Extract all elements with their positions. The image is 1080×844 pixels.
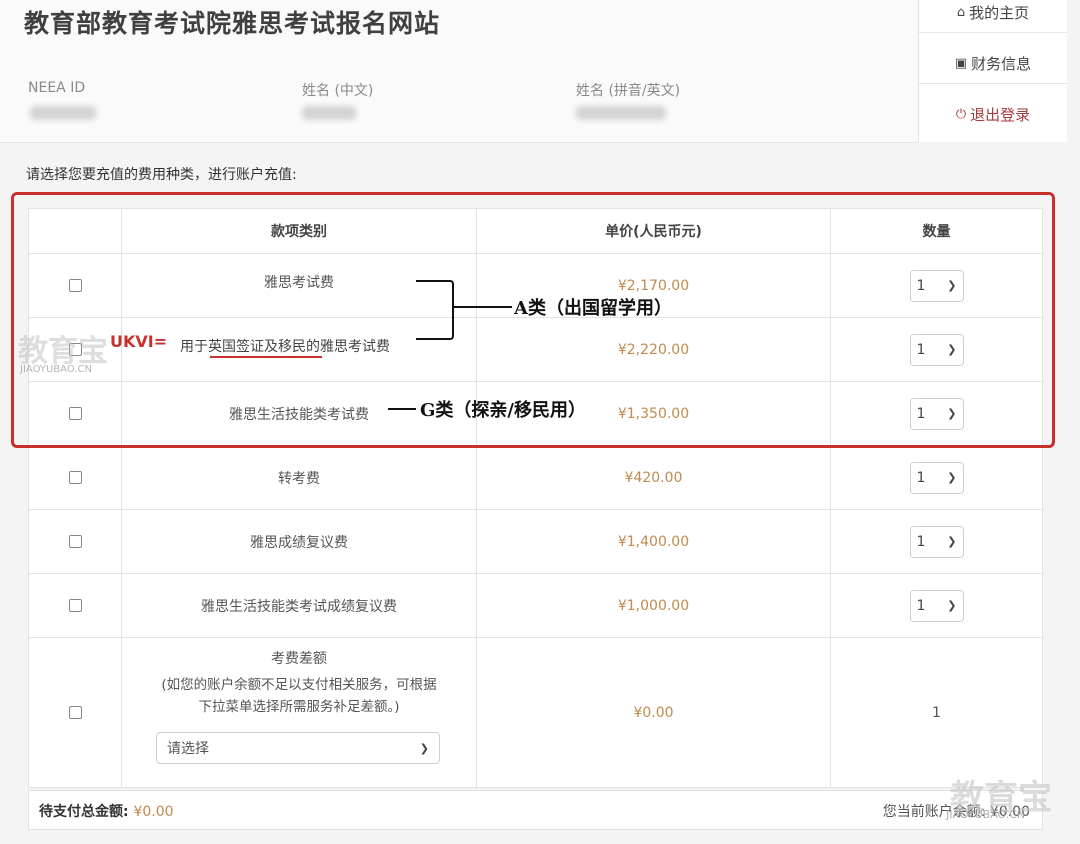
fee-name: 雅思成绩复议费 xyxy=(121,509,477,574)
chevron-down-icon: ❯ xyxy=(947,279,957,292)
annotation-ukvi: UKVI= xyxy=(110,332,168,351)
annotation-line xyxy=(388,408,416,410)
row-checkbox[interactable] xyxy=(68,599,82,612)
chevron-down-icon: ❯ xyxy=(947,471,957,484)
qty-select[interactable]: 1 ❯ xyxy=(909,397,964,430)
nav-logout[interactable]: ⏻ 退出登录 xyxy=(919,94,1067,134)
fee-price: ¥1,000.00 xyxy=(617,597,690,614)
total-value: ¥0.00 xyxy=(133,804,174,820)
difference-desc-1: (如您的账户余额不足以支付相关服务，可根据 xyxy=(161,677,437,693)
row-checkbox[interactable] xyxy=(68,535,82,548)
header-select xyxy=(28,208,122,254)
briefcase-icon: ▣ xyxy=(954,55,968,71)
fee-name: 雅思生活技能类考试成绩复议费 xyxy=(121,573,477,638)
table-row: 雅思生活技能类考试成绩复议费 ¥1,000.00 1 ❯ xyxy=(28,573,1043,638)
qty-value: 1 xyxy=(916,597,926,614)
header-price: 单价(人民币元) xyxy=(476,208,831,254)
service-select[interactable]: 请选择 ❯ xyxy=(156,732,440,764)
watermark-url: JIAOYUBAO.CN xyxy=(946,808,1026,821)
qty-value: 1 xyxy=(916,341,926,358)
nav-finance[interactable]: ▣ 财务信息 xyxy=(919,43,1067,84)
difference-name: 考费差额 xyxy=(271,651,327,667)
nav-finance-label: 财务信息 xyxy=(971,54,1032,73)
table-header-row: 款项类别 单价(人民币元) 数量 xyxy=(28,208,1043,254)
name-cn-label: 姓名 (中文) xyxy=(302,83,374,99)
neea-id-label: NEEA ID xyxy=(28,80,86,96)
site-title: 教育部教育考试院雅思考试报名网站 xyxy=(24,9,441,38)
annotation-underline xyxy=(210,356,322,358)
table-row-difference: 考费差额 (如您的账户余额不足以支付相关服务，可根据 下拉菜单选择所需服务补足差… xyxy=(28,637,1043,788)
qty-select[interactable]: 1 ❯ xyxy=(909,269,964,302)
qty-select[interactable]: 1 ❯ xyxy=(909,461,964,494)
watermark-url: JIAOYUBAO.CN xyxy=(20,364,92,375)
difference-desc-2: 下拉菜单选择所需服务补足差额。) xyxy=(198,699,400,715)
nav-home[interactable]: ⌂ 我的主页 xyxy=(919,0,1067,33)
neea-id-value-blurred xyxy=(30,106,96,120)
annotation-g-class: G类（探亲/移民用） xyxy=(420,400,586,421)
fee-name: 转考费 xyxy=(121,445,477,510)
qty-select[interactable]: 1 ❯ xyxy=(909,525,964,558)
service-select-placeholder: 请选择 xyxy=(167,741,209,757)
name-en-label: 姓名 (拼音/英文) xyxy=(576,83,681,99)
row-checkbox[interactable] xyxy=(68,706,82,719)
home-icon: ⌂ xyxy=(956,4,966,20)
annotation-line xyxy=(452,306,512,308)
chevron-down-icon: ❯ xyxy=(947,407,957,420)
annotation-a-class: A类（出国留学用） xyxy=(514,298,672,319)
fee-price: ¥2,170.00 xyxy=(617,277,690,294)
fee-price: ¥0.00 xyxy=(633,704,674,721)
qty-value: 1 xyxy=(916,405,926,422)
row-checkbox[interactable] xyxy=(68,471,82,484)
fee-price: ¥420.00 xyxy=(624,469,683,486)
chevron-down-icon: ❯ xyxy=(947,599,957,612)
fee-price: ¥1,350.00 xyxy=(617,405,690,422)
fee-name: 用于英国签证及移民的雅思考试费 xyxy=(180,339,390,355)
power-icon: ⏻ xyxy=(955,106,967,122)
instruction-text: 请选择您要充值的费用种类，进行账户充值: xyxy=(26,167,297,183)
name-en-value-blurred xyxy=(576,106,666,120)
difference-cell: 考费差额 (如您的账户余额不足以支付相关服务，可根据 下拉菜单选择所需服务补足差… xyxy=(121,637,477,788)
row-checkbox[interactable] xyxy=(68,279,82,292)
name-cn-value-blurred xyxy=(302,106,356,120)
fee-price: ¥1,400.00 xyxy=(617,533,690,550)
table-row: 雅思成绩复议费 ¥1,400.00 1 ❯ xyxy=(28,509,1043,574)
qty-value: 1 xyxy=(916,533,926,550)
side-nav: ⌂ 我的主页 ▣ 财务信息 ⏻ 退出登录 xyxy=(918,0,1067,142)
fee-price: ¥2,220.00 xyxy=(617,341,690,358)
chevron-down-icon: ❯ xyxy=(947,535,957,548)
header-category: 款项类别 xyxy=(121,208,477,254)
chevron-down-icon: ❯ xyxy=(419,741,429,755)
difference-qty: 1 xyxy=(830,637,1043,788)
nav-logout-label: 退出登录 xyxy=(970,105,1031,124)
annotation-bracket xyxy=(416,280,454,340)
qty-value: 1 xyxy=(916,469,926,486)
qty-value: 1 xyxy=(916,277,926,294)
qty-select[interactable]: 1 ❯ xyxy=(909,333,964,366)
row-checkbox[interactable] xyxy=(68,407,82,420)
qty-select[interactable]: 1 ❯ xyxy=(909,589,964,622)
chevron-down-icon: ❯ xyxy=(947,343,957,356)
total-amount: 待支付总金额: ¥0.00 xyxy=(39,801,174,821)
table-row: 转考费 ¥420.00 1 ❯ xyxy=(28,445,1043,510)
nav-home-label: 我的主页 xyxy=(969,3,1030,22)
header-qty: 数量 xyxy=(830,208,1043,254)
total-label: 待支付总金额: xyxy=(39,804,129,820)
payment-summary: 待支付总金额: ¥0.00 您当前账户余额: ¥0.00 xyxy=(28,790,1043,830)
account-header: 教育部教育考试院雅思考试报名网站 NEEA ID 姓名 (中文) 姓名 (拼音/… xyxy=(0,0,918,143)
